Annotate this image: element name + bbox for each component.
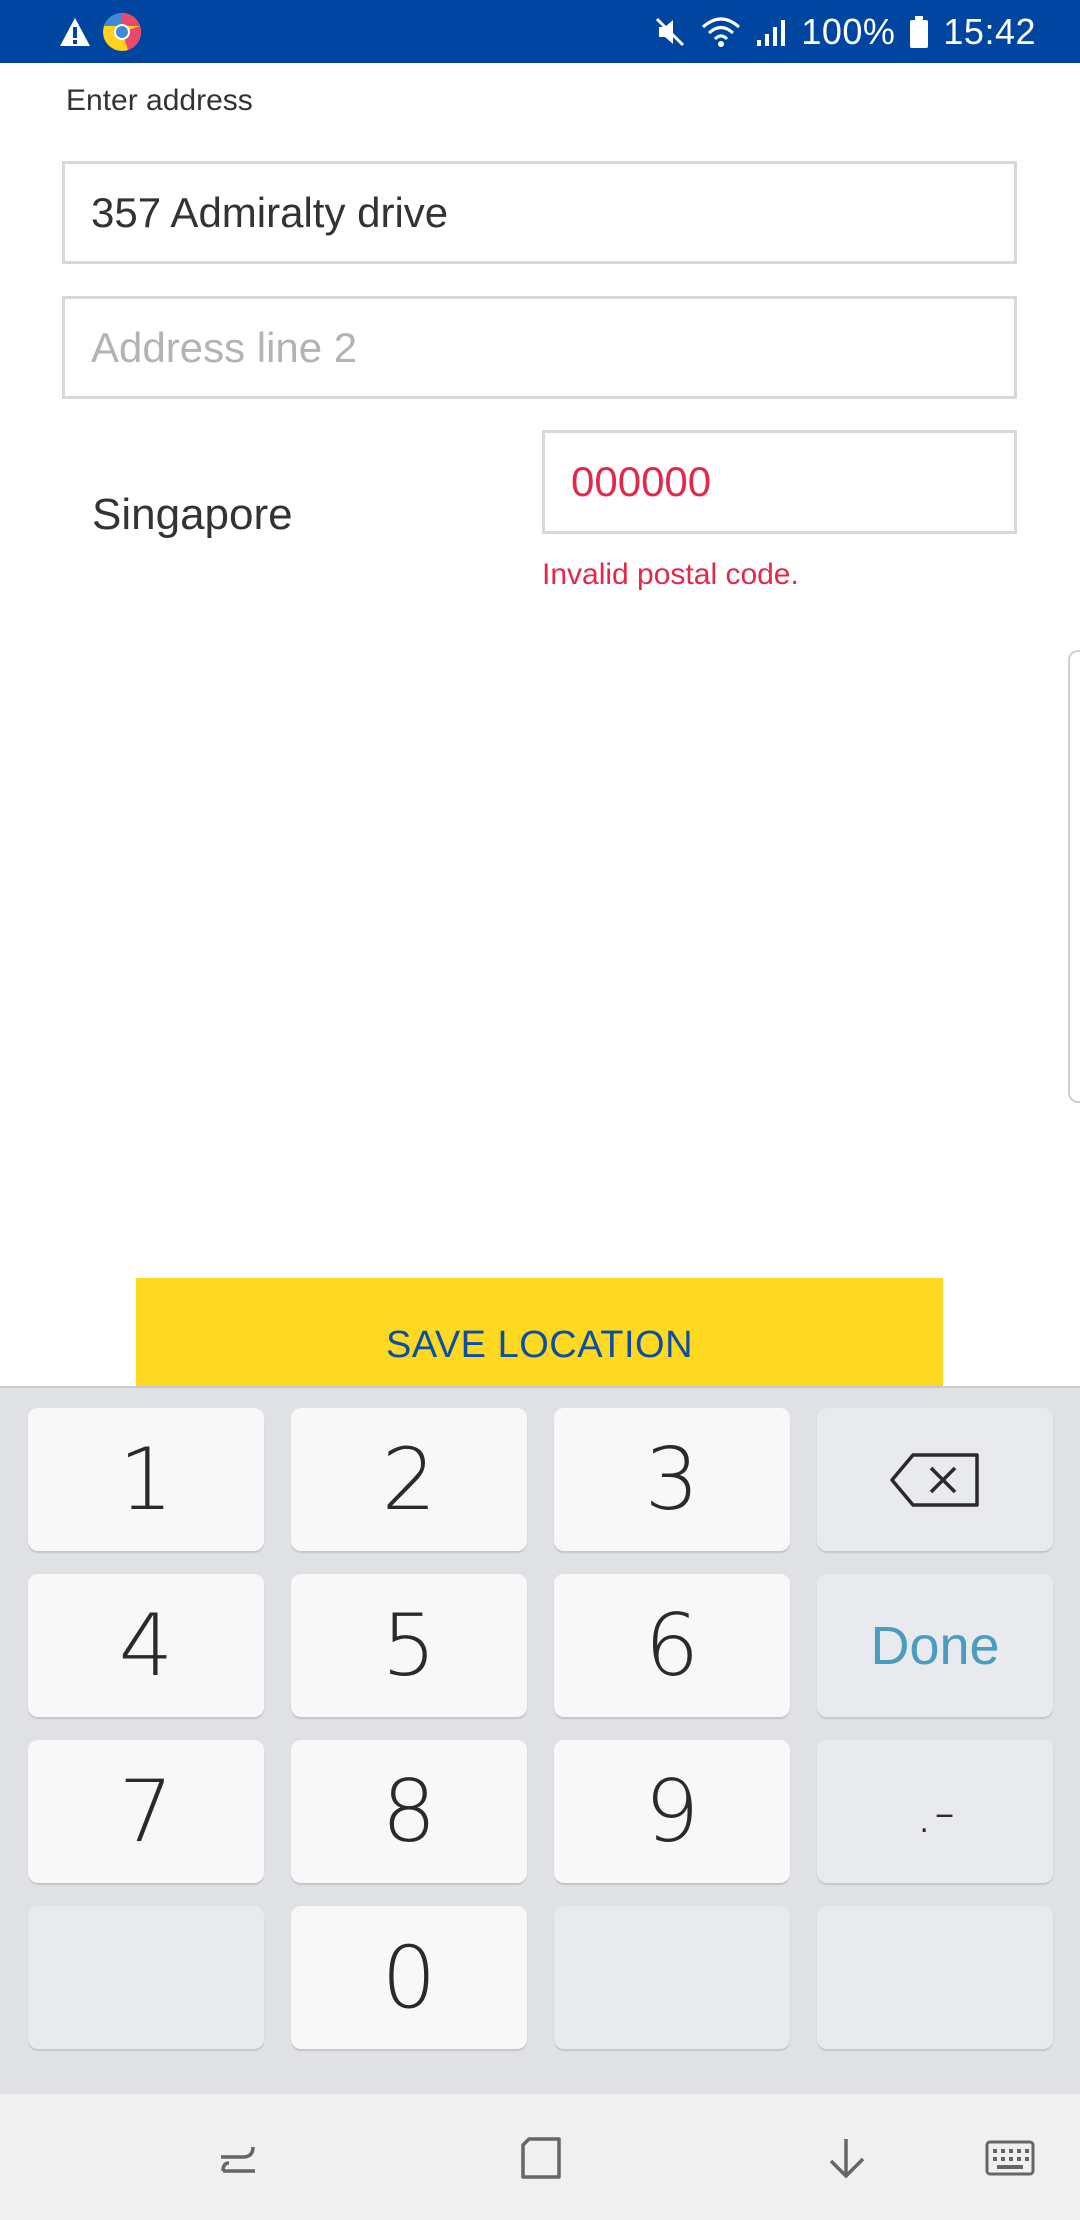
alert-icon — [58, 16, 92, 48]
save-location-label: SAVE LOCATION — [385, 1324, 694, 1366]
address-line-1-value: 357 Admiralty drive — [91, 188, 449, 236]
edge-panel-handle[interactable] — [1068, 650, 1080, 1103]
backspace-icon — [889, 1452, 981, 1508]
key-8[interactable]: 8 — [291, 1740, 527, 1883]
blank-key-middle — [554, 1906, 790, 2049]
clock: 15:42 — [943, 10, 1036, 52]
postal-code-input[interactable]: 000000 — [542, 430, 1017, 534]
key-6[interactable]: 6 — [554, 1574, 790, 1717]
hide-keyboard-button[interactable] — [818, 2130, 874, 2186]
wifi-icon — [701, 15, 741, 49]
home-icon — [519, 2135, 565, 2181]
backspace-key[interactable] — [817, 1408, 1053, 1551]
status-left-icons — [58, 12, 142, 52]
home-button[interactable] — [514, 2130, 570, 2186]
postal-code-value: 000000 — [571, 458, 712, 505]
save-location-button[interactable]: SAVE LOCATION — [136, 1278, 943, 1388]
mute-icon — [653, 15, 687, 49]
keyboard-switch-button[interactable] — [982, 2130, 1038, 2186]
keyboard-switch-icon — [985, 2138, 1035, 2178]
recent-apps-icon — [215, 2135, 261, 2181]
key-2[interactable]: 2 — [291, 1408, 527, 1551]
blank-key-right — [817, 1906, 1053, 2049]
signal-icon — [755, 16, 787, 48]
blank-key-left — [28, 1906, 264, 2049]
form-heading: Enter address — [66, 84, 253, 117]
postal-code-error: Invalid postal code. — [542, 558, 799, 591]
hide-keyboard-icon — [823, 2135, 869, 2181]
address-line-1-input[interactable]: 357 Admiralty drive — [62, 161, 1017, 264]
battery-percent: 100% — [801, 10, 896, 52]
key-4[interactable]: 4 — [28, 1574, 264, 1717]
numeric-keyboard: 1 2 3 4 5 6 Done 7 8 9 .- 0 — [0, 1386, 1080, 2094]
status-bar: 100% 15:42 — [0, 0, 1080, 63]
address-line-2-placeholder: Address line 2 — [91, 323, 358, 371]
status-right: 100% 15:42 — [653, 0, 1036, 63]
navigation-bar — [0, 2094, 1080, 2220]
key-0[interactable]: 0 — [291, 1906, 527, 2049]
address-line-2-input[interactable]: Address line 2 — [62, 296, 1017, 399]
key-3[interactable]: 3 — [554, 1408, 790, 1551]
symbols-key[interactable]: .- — [817, 1740, 1053, 1883]
key-9[interactable]: 9 — [554, 1740, 790, 1883]
battery-icon — [909, 15, 929, 49]
key-5[interactable]: 5 — [291, 1574, 527, 1717]
chrome-icon — [102, 12, 142, 52]
done-key[interactable]: Done — [817, 1574, 1053, 1717]
key-7[interactable]: 7 — [28, 1740, 264, 1883]
recent-apps-button[interactable] — [210, 2130, 266, 2186]
key-1[interactable]: 1 — [28, 1408, 264, 1551]
country-label: Singapore — [92, 490, 293, 539]
